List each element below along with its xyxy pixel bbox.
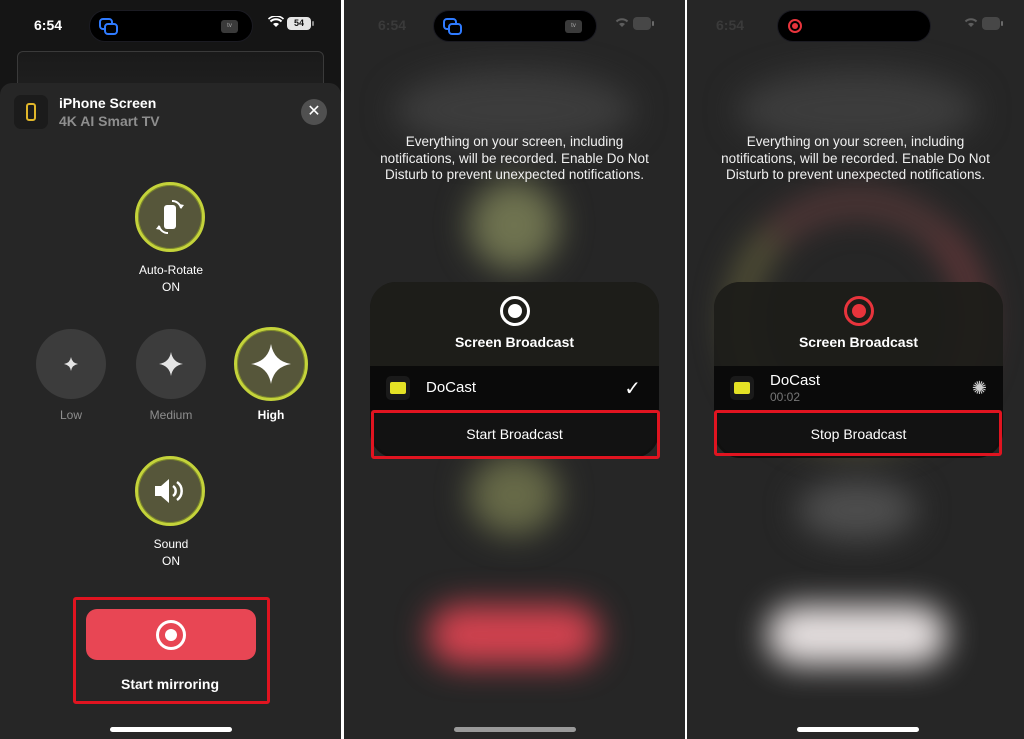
screen-mirroring-icon [443,18,462,35]
auto-rotate-label: Auto-Rotate ON [111,262,231,296]
status-time: 6:54 [34,17,63,33]
blur-shape [767,605,947,665]
auto-rotate-toggle[interactable] [135,182,205,252]
docast-app-icon [730,376,754,400]
iphone-icon [14,95,48,129]
broadcast-card: Screen Broadcast DoCast 00:02 ✺ Stop Bro… [714,282,1003,458]
mirroring-screen: 6:54 tv 54 iPhone Screen 4K AI Smart TV … [0,0,341,739]
quality-high-label: High [257,408,285,422]
status-time: 6:54 [716,17,745,33]
battery-indicator [633,17,654,30]
sparkle-large-icon [251,344,291,384]
home-indicator [110,727,232,732]
broadcast-title: Screen Broadcast [798,334,919,350]
blur-shape [469,180,559,270]
quality-medium-button[interactable] [136,329,206,399]
screen-mirroring-icon [99,18,118,35]
blur-shape [429,605,599,665]
broadcasting-screen: 6:54 Everything on your screen, includin… [687,0,1024,739]
wifi-icon [964,18,978,27]
status-time: 6:54 [378,17,407,33]
battery-indicator [982,17,1003,30]
apple-tv-icon: tv [221,20,238,33]
blur-shape [797,480,917,540]
apple-tv-icon: tv [565,20,582,33]
speaker-icon [155,479,183,503]
quality-low-button[interactable] [36,329,106,399]
close-button[interactable]: ✕ [301,99,327,125]
app-row-docast[interactable]: DoCast 00:02 ✺ [714,366,1003,410]
device-title: iPhone Screen [59,95,157,111]
recording-notice: Everything on your screen, including not… [721,134,990,182]
start-broadcast-button[interactable]: Start Broadcast [373,413,656,455]
broadcast-title: Screen Broadcast [454,334,575,350]
start-mirroring-label[interactable]: Start mirroring [70,676,270,692]
stop-broadcast-button[interactable]: Stop Broadcast [717,413,1000,455]
wifi-icon [615,18,629,27]
sound-label: Sound ON [111,536,231,570]
app-name: DoCast [426,379,477,396]
sound-state: ON [162,554,180,568]
loading-spinner-icon: ✺ [971,378,987,398]
dynamic-island: tv [433,10,597,42]
dynamic-island: tv [89,10,253,42]
home-indicator [797,727,919,732]
docast-app-icon [386,376,410,400]
checkmark-icon: ✓ [624,378,641,400]
recording-indicator-icon [788,19,802,33]
sound-toggle[interactable] [135,456,205,526]
recording-notice: Everything on your screen, including not… [380,134,649,182]
blur-shape [469,455,559,535]
elapsed-time: 00:02 [770,390,801,404]
recording-icon [843,296,874,326]
dynamic-island [777,10,931,42]
home-indicator [454,727,576,732]
quality-high-button[interactable] [234,327,308,401]
auto-rotate-icon [156,199,184,235]
record-icon [499,296,530,326]
app-name: DoCast [770,372,821,389]
app-row-docast[interactable]: DoCast ✓ [370,366,659,410]
wifi-icon [268,16,284,27]
close-icon: ✕ [307,103,321,120]
start-mirroring-button[interactable] [86,609,256,660]
sparkle-medium-icon [159,352,183,376]
broadcast-card: Screen Broadcast DoCast ✓ Start Broadcas… [370,282,659,458]
record-icon [156,619,186,650]
auto-rotate-state: ON [162,280,180,294]
broadcast-picker-screen: 6:54 tv Everything on your screen, inclu… [344,0,685,739]
sparkle-small-icon [64,357,78,371]
battery-indicator: 54 [287,17,314,30]
target-device-name: 4K AI Smart TV [59,113,160,129]
